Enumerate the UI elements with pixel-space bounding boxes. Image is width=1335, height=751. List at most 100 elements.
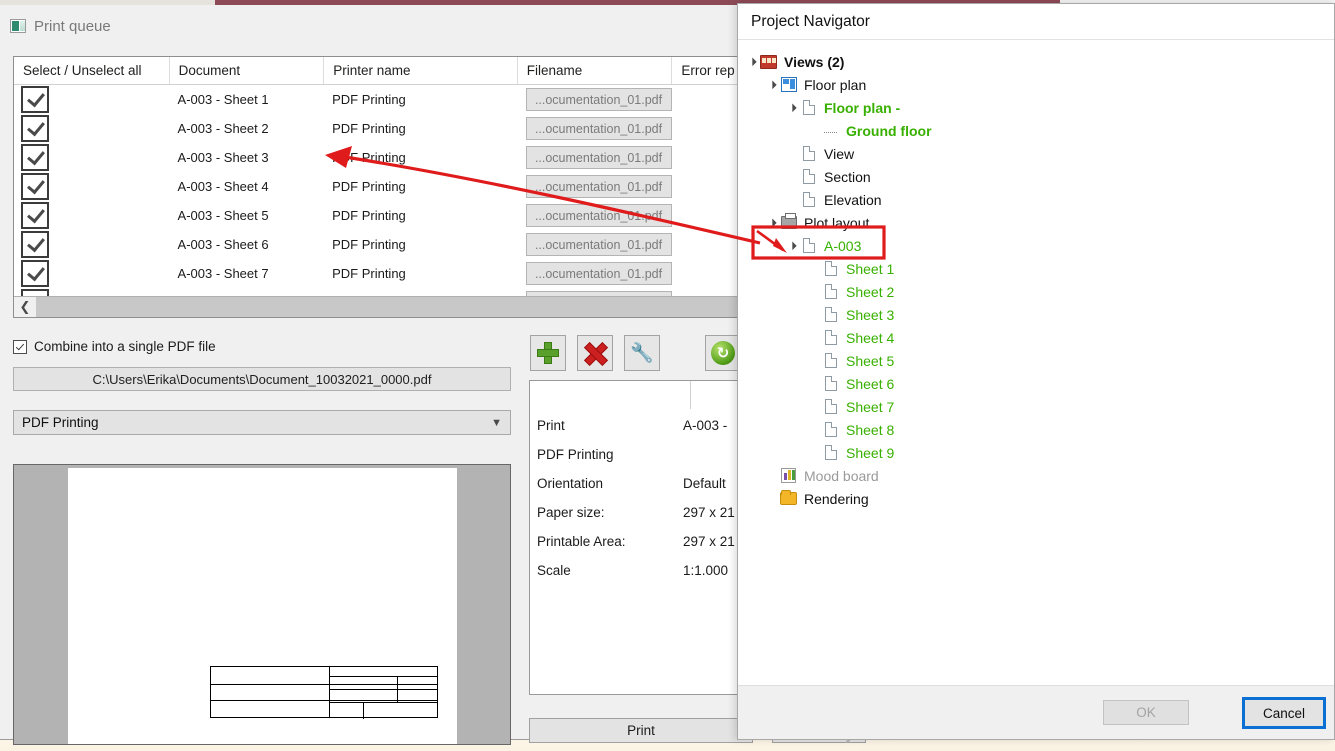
tree-item-sheet-3[interactable]: Sheet 3: [738, 303, 1334, 326]
row-filename-cell[interactable]: ...ocumentation_01.pdf: [517, 85, 672, 114]
tree-item-sheet-4[interactable]: Sheet 4: [738, 326, 1334, 349]
tree-item-sheet-1[interactable]: Sheet 1: [738, 257, 1334, 280]
row-filename-cell[interactable]: ...ocumentation_01.pdf: [517, 143, 672, 172]
document-icon: [821, 283, 840, 300]
tree-item-label: Section: [824, 168, 871, 185]
tree-item-section[interactable]: Section: [738, 165, 1334, 188]
row-select-cell[interactable]: [14, 259, 169, 288]
row-checkbox[interactable]: [21, 115, 49, 142]
refresh-button[interactable]: ↻: [705, 335, 741, 371]
row-checkbox[interactable]: [21, 173, 49, 200]
row-select-cell[interactable]: [14, 201, 169, 230]
row-printer: PDF Printing: [332, 150, 406, 165]
row-filename-cell[interactable]: ...ocumentation_01.pdf: [517, 230, 672, 259]
row-filename-cell[interactable]: ...ocumentation_01.pdf: [517, 201, 672, 230]
document-icon: [799, 145, 818, 162]
preview-page: [68, 468, 457, 744]
tree-item-sheet-5[interactable]: Sheet 5: [738, 349, 1334, 372]
row-select-cell[interactable]: [14, 172, 169, 201]
print-queue-dialog: Print queue Select / Unselect all Docume…: [0, 5, 866, 745]
row-document: A-003 - Sheet 7: [177, 266, 269, 281]
combine-pdf-checkbox[interactable]: [13, 339, 27, 354]
wrench-icon: 🔧: [630, 343, 654, 364]
tree-item-sheet-7[interactable]: Sheet 7: [738, 395, 1334, 418]
tree-item-label: Plot layout: [804, 214, 870, 231]
row-checkbox[interactable]: [21, 260, 49, 287]
add-button[interactable]: [530, 335, 566, 371]
preview-title-block: [210, 666, 438, 719]
row-printer: PDF Printing: [332, 208, 406, 223]
column-header-filename[interactable]: Filename: [516, 57, 672, 84]
tree-item-views-2[interactable]: Views (2): [738, 50, 1334, 73]
row-printer: PDF Printing: [332, 121, 406, 136]
tree-item-floor-plan[interactable]: Floor plan -: [738, 96, 1334, 119]
delete-button[interactable]: [577, 335, 613, 371]
row-filename[interactable]: ...ocumentation_01.pdf: [525, 175, 672, 198]
row-filename[interactable]: ...ocumentation_01.pdf: [525, 233, 672, 256]
row-document: A-003 - Sheet 6: [177, 237, 269, 252]
configure-button[interactable]: 🔧: [624, 335, 660, 371]
tree-item-ground-floor[interactable]: Ground floor: [738, 119, 1334, 142]
tree-item-sheet-6[interactable]: Sheet 6: [738, 372, 1334, 395]
tree-item-plot-layout[interactable]: Plot layout: [738, 211, 1334, 234]
twisty-expanded-icon[interactable]: [766, 218, 779, 227]
navigator-cancel-button[interactable]: Cancel: [1242, 697, 1326, 729]
row-filename[interactable]: ...ocumentation_01.pdf: [525, 204, 672, 227]
tree-item-sheet-9[interactable]: Sheet 9: [738, 441, 1334, 464]
document-icon: [821, 306, 840, 323]
combine-pdf-row[interactable]: Combine into a single PDF file: [13, 339, 216, 354]
row-filename[interactable]: ...ocumentation_01.pdf: [525, 88, 672, 111]
tree-item-label: Elevation: [824, 191, 882, 208]
row-checkbox[interactable]: [21, 231, 49, 258]
chevron-left-icon[interactable]: ❮: [14, 297, 36, 317]
chevron-down-icon: ▼: [491, 416, 502, 429]
tree-item-elevation[interactable]: Elevation: [738, 188, 1334, 211]
tree-item-view[interactable]: View: [738, 142, 1334, 165]
row-checkbox[interactable]: [21, 202, 49, 229]
table-row[interactable]: A-003 - Sheet 6 PDF Printing ...ocumentati…: [14, 230, 845, 259]
twisty-expanded-icon[interactable]: [766, 80, 779, 89]
table-row[interactable]: A-003 - Sheet 4 PDF Printing ...ocumentati…: [14, 172, 845, 201]
table-row[interactable]: A-003 - Sheet 5 PDF Printing ...ocumentati…: [14, 201, 845, 230]
column-header-printer-name[interactable]: Printer name: [323, 57, 517, 84]
column-header-document[interactable]: Document: [168, 57, 324, 84]
print-preview[interactable]: [13, 464, 511, 745]
tree-item-sheet-8[interactable]: Sheet 8: [738, 418, 1334, 441]
row-select-cell[interactable]: [14, 230, 169, 259]
row-filename-cell[interactable]: ...ocumentation_01.pdf: [517, 172, 672, 201]
table-row[interactable]: A-003 - Sheet 1 PDF Printing ...ocumentati…: [14, 85, 845, 114]
row-filename-cell[interactable]: ...ocumentation_01.pdf: [517, 259, 672, 288]
row-filename[interactable]: ...ocumentation_01.pdf: [525, 262, 672, 285]
table-row[interactable]: A-003 - Sheet 7 PDF Printing ...ocumentati…: [14, 259, 845, 288]
twisty-expanded-icon[interactable]: [746, 57, 759, 66]
row-printer: PDF Printing: [332, 237, 406, 252]
tree-item-mood-board[interactable]: Mood board: [738, 464, 1334, 487]
detail-key: Scale: [537, 563, 571, 578]
print-button[interactable]: Print: [529, 718, 753, 743]
twisty-expanded-icon[interactable]: [786, 103, 799, 112]
row-select-cell[interactable]: [14, 85, 169, 114]
row-select-cell[interactable]: [14, 114, 169, 143]
document-icon: [821, 398, 840, 415]
row-select-cell[interactable]: [14, 143, 169, 172]
row-filename[interactable]: ...ocumentation_01.pdf: [525, 117, 672, 140]
detail-key: Paper size:: [537, 505, 605, 520]
column-header-select-all[interactable]: Select / Unselect all: [14, 57, 169, 84]
table-row[interactable]: A-003 - Sheet 3 PDF Printing ...ocumentati…: [14, 143, 845, 172]
tree-item-label: A-003: [824, 237, 862, 254]
table-horizontal-scrollbar[interactable]: ❮: [14, 296, 845, 317]
row-checkbox[interactable]: [21, 144, 49, 171]
navigator-ok-button[interactable]: OK: [1103, 700, 1189, 725]
twisty-expanded-icon[interactable]: [786, 241, 799, 250]
row-document: A-003 - Sheet 5: [177, 208, 269, 223]
tree-item-floor-plan[interactable]: Floor plan: [738, 73, 1334, 96]
tree-item-rendering[interactable]: Rendering: [738, 487, 1334, 510]
printer-select[interactable]: PDF Printing ▼: [13, 410, 511, 435]
row-checkbox[interactable]: [21, 86, 49, 113]
row-filename-cell[interactable]: ...ocumentation_01.pdf: [517, 114, 672, 143]
table-row[interactable]: A-003 - Sheet 2 PDF Printing ...ocumentati…: [14, 114, 845, 143]
tree-item-sheet-2[interactable]: Sheet 2: [738, 280, 1334, 303]
row-filename[interactable]: ...ocumentation_01.pdf: [525, 146, 672, 169]
tree-item-a-003[interactable]: A-003: [738, 234, 1334, 257]
output-path-field[interactable]: C:\Users\Erika\Documents\Document_100320…: [13, 367, 511, 391]
